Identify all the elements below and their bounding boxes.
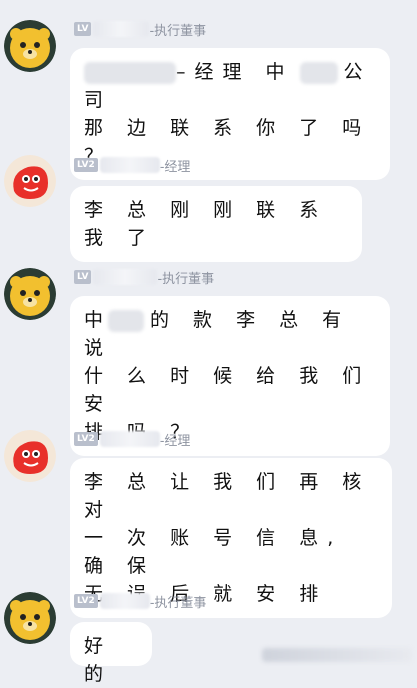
red-mascot-avatar[interactable] [4, 155, 56, 207]
message-line: –经理 中公 司 [84, 61, 372, 111]
message-line: 一 次 账 号 信 息, 确 保 [84, 527, 343, 577]
sender-meta: LV -执行董事 [74, 20, 207, 39]
message-bubble[interactable]: 好 的 [70, 622, 152, 685]
redacted-text [299, 61, 338, 84]
sender-meta: LV2 -经理 [74, 430, 191, 449]
level-badge: LV2 [74, 594, 98, 608]
level-badge: LV [74, 270, 92, 284]
sender-role: -执行董事 [157, 271, 215, 287]
level-badge: LV2 [74, 158, 98, 172]
level-badge: LV [74, 22, 92, 36]
redacted-text [108, 309, 145, 332]
sender-meta: LV2 -执行董事 [74, 592, 207, 611]
sender-role: -执行董事 [149, 595, 207, 611]
sender-meta: LV2 -经理 [74, 156, 191, 175]
sender-name-redacted [99, 593, 150, 609]
sender-role: -执行董事 [149, 23, 207, 39]
sender-role: -经理 [159, 159, 191, 175]
level-badge: LV2 [74, 432, 98, 446]
bear-avatar[interactable] [4, 268, 56, 320]
message-line: 李 总 刚 刚 联 系 我 了 [84, 199, 328, 249]
watermark-redacted [262, 648, 412, 662]
message-bubble[interactable]: 李 总 刚 刚 联 系 我 了 [70, 186, 362, 262]
bear-avatar[interactable] [4, 592, 56, 644]
bear-avatar[interactable] [4, 20, 56, 72]
sender-name-redacted [99, 431, 160, 447]
sender-name-redacted [93, 269, 158, 285]
message-line: 好 的 [84, 635, 113, 685]
sender-meta: LV -执行董事 [74, 268, 215, 287]
message-line: 什 么 时 候 给 我 们 安 [84, 365, 371, 415]
sender-name-redacted [93, 21, 150, 37]
sender-role: -经理 [159, 433, 191, 449]
redacted-text [84, 61, 176, 84]
message-line: 李 总 让 我 们 再 核 对 [84, 471, 371, 521]
sender-name-redacted [99, 157, 160, 173]
red-mascot-avatar[interactable] [4, 430, 56, 482]
message-line: 中的 款 李 总 有 说 [84, 309, 351, 359]
